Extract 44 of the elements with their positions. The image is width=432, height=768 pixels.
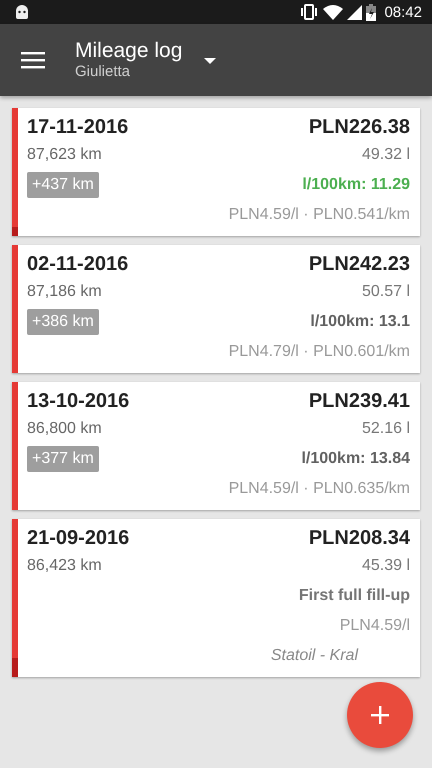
entry-date: 17-11-2016 [27,116,128,138]
entry-date: 13-10-2016 [27,390,130,412]
entry-total: PLN239.41 [308,390,410,412]
clock: 08:42 [384,4,422,20]
consumption: l/100km: 13.1 [310,313,410,331]
unit-prices: PLN4.59/l [340,617,410,635]
wifi-icon [323,4,344,20]
odometer: 86,800 km [27,420,102,438]
entry-date: 02-11-2016 [27,252,128,276]
unit-prices: PLN4.59/l · PLN0.635/km [228,480,410,498]
distance-badge: +386 km [27,309,99,335]
unit-prices: PLN4.79/l · PLN0.601/km [228,343,410,361]
plus-icon [370,705,390,725]
distance-badge: +437 km [27,172,99,198]
entry-total: PLN242.23 [308,252,410,276]
odometer: 86,423 km [27,557,102,575]
car-name[interactable]: Giulietta [75,63,182,81]
odometer: 87,186 km [27,283,102,301]
app-title: Mileage log [75,39,182,63]
consumption: l/100km: 13.84 [301,450,410,468]
fuel-volume: 52.16 l [362,420,410,438]
entry-total: PLN208.34 [308,526,410,550]
unit-prices: PLN4.59/l · PLN0.541/km [228,206,410,224]
station-name: Statoil - Kral [270,647,358,665]
fuel-volume: 45.39 l [362,557,410,575]
vibrate-icon [299,4,320,20]
distance-badge: +377 km [27,446,99,472]
signal-icon [347,4,362,20]
battery-icon [366,4,376,20]
dropdown-caret-icon[interactable] [204,58,216,64]
fuel-volume: 50.57 l [362,283,410,301]
entry-total: PLN226.38 [308,116,410,138]
odometer: 87,623 km [27,146,102,164]
fuel-entry-card[interactable]: 17-11-2016 PLN226.38 87,623 km 49.32 l +437 km l/100km: 11.29 PLN4.59/l · PLN0.541/km [12,108,420,236]
fuel-entry-card[interactable]: 21-09-2016 PLN208.34 86,423 km 45.39 l First full fill-up PLN4.59/l Statoil - Kral [12,519,420,677]
add-button[interactable] [347,682,413,748]
consumption: First full fill-up [298,587,410,605]
consumption: l/100km: 11.29 [302,176,410,194]
fuel-entry-card[interactable]: 02-11-2016 PLN242.23 87,186 km 50.57 l +386 km l/100km: 13.1 PLN4.79/l · PLN0.601/km [12,245,420,373]
android-icon [14,5,30,19]
fuel-entry-card[interactable]: 13-10-2016 PLN239.41 86,800 km 52.16 l +377 km l/100km: 13.84 PLN4.59/l · PLN0.635/km [12,382,420,510]
menu-icon[interactable] [21,51,45,69]
fuel-volume: 49.32 l [362,146,410,164]
entry-date: 21-09-2016 [27,526,130,550]
